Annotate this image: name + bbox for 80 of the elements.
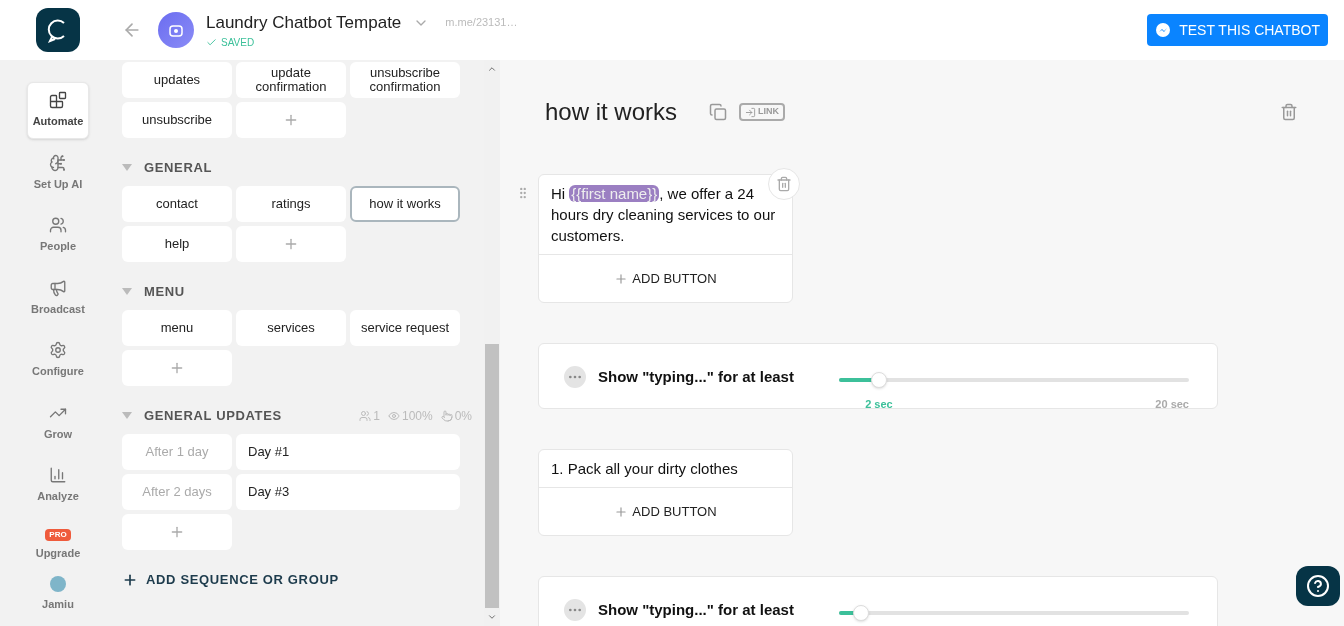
copy-icon[interactable] — [709, 103, 728, 121]
plus-icon — [283, 236, 299, 252]
enter-icon — [745, 106, 757, 118]
block-button[interactable]: ratings — [236, 186, 346, 222]
block-button[interactable]: update confirmation — [236, 62, 346, 98]
app-logo[interactable] — [36, 8, 80, 52]
nav-item[interactable]: Automate — [27, 82, 89, 139]
block-button[interactable]: unsubscribe confirmation — [350, 62, 460, 98]
eye-icon — [387, 410, 400, 422]
collapse-caret[interactable] — [122, 412, 132, 420]
plus-icon — [283, 112, 299, 128]
typing-label: Show "typing..." for at least — [598, 367, 794, 387]
add-button[interactable]: ADD BUTTON — [614, 501, 717, 522]
scroll-down-icon[interactable] — [487, 612, 497, 622]
add-group-button[interactable]: ADD SEQUENCE OR GROUP — [122, 570, 484, 590]
blocks-icon — [49, 91, 67, 109]
block-button[interactable]: how it works — [350, 186, 460, 222]
pointer-icon — [440, 410, 453, 422]
bot-name[interactable]: Laundry Chatbot Tempate — [206, 9, 402, 36]
nav-item[interactable]: PRO Upgrade — [27, 519, 89, 570]
scroll-up-icon[interactable] — [487, 64, 497, 74]
pro-badge: PRO — [45, 528, 71, 541]
sequence-block[interactable]: Day #3 — [236, 474, 460, 510]
bar-chart-icon — [49, 466, 67, 484]
user-name: Jamiu — [42, 597, 74, 612]
slider-thumb[interactable] — [870, 372, 887, 388]
robot-icon — [168, 22, 184, 38]
slider-max: 20 sec — [1155, 397, 1189, 412]
block-title[interactable]: how it works — [545, 94, 678, 130]
collapse-caret[interactable] — [122, 164, 132, 172]
nav-item[interactable]: Set Up AI — [27, 144, 89, 201]
more-icon[interactable] — [564, 599, 586, 621]
slider-value: 2 sec — [865, 397, 893, 412]
add-button[interactable]: ADD BUTTON — [614, 268, 717, 289]
plus-icon — [169, 360, 185, 376]
block-button[interactable]: unsubscribe — [122, 102, 232, 138]
plus-icon — [169, 524, 185, 540]
more-icon[interactable] — [564, 366, 586, 388]
block-button[interactable]: updates — [122, 62, 232, 98]
caret-icon — [122, 288, 132, 296]
nav-item[interactable]: Grow — [27, 394, 89, 451]
nav-item[interactable]: People — [27, 207, 89, 264]
test-chatbot-button[interactable]: TEST THIS CHATBOT — [1147, 14, 1328, 46]
group-title: MENU — [144, 283, 185, 302]
trash-icon — [776, 176, 792, 192]
group-title: GENERAL — [144, 159, 213, 178]
message-text[interactable]: Hi {{first name}}, we offer a 24 hours dry cleaning services to our customers. — [539, 175, 792, 254]
people-icon — [49, 216, 67, 234]
block-button[interactable]: service request — [350, 310, 460, 346]
avatar[interactable] — [50, 576, 66, 592]
block-button[interactable]: help — [122, 226, 232, 262]
group-title: GENERAL UPDATES — [144, 407, 282, 426]
settings-icon — [49, 341, 67, 359]
caret-icon — [122, 164, 132, 172]
typing-label: Show "typing..." for at least — [598, 600, 794, 620]
bot-avatar[interactable] — [158, 12, 194, 48]
slider-track[interactable] — [839, 372, 1189, 388]
slider-thumb[interactable] — [853, 605, 870, 621]
message-text[interactable]: 1. Pack all your dirty clothes — [539, 450, 792, 487]
help-icon — [1306, 574, 1330, 598]
save-status: SAVED — [221, 36, 255, 51]
collapse-caret[interactable] — [122, 288, 132, 296]
megaphone-icon — [49, 278, 67, 297]
block-button[interactable]: services — [236, 310, 346, 346]
plus-icon — [614, 504, 629, 519]
block-button[interactable]: menu — [122, 310, 232, 346]
nav-item[interactable]: Broadcast — [27, 269, 89, 326]
block-button[interactable]: contact — [122, 186, 232, 222]
brain-icon — [49, 153, 67, 172]
delete-card-button[interactable] — [768, 168, 800, 200]
help-button[interactable] — [1296, 566, 1340, 606]
slider-track[interactable] — [839, 605, 1189, 621]
people-icon — [359, 410, 372, 422]
nav-item[interactable]: Configure — [27, 332, 89, 389]
messenger-icon — [1155, 22, 1172, 38]
sequence-block[interactable]: Day #1 — [236, 434, 460, 470]
trash-icon[interactable] — [1280, 103, 1298, 121]
caret-icon — [122, 412, 132, 420]
plus-icon — [614, 271, 629, 286]
nav-item[interactable]: Analyze — [27, 457, 89, 514]
